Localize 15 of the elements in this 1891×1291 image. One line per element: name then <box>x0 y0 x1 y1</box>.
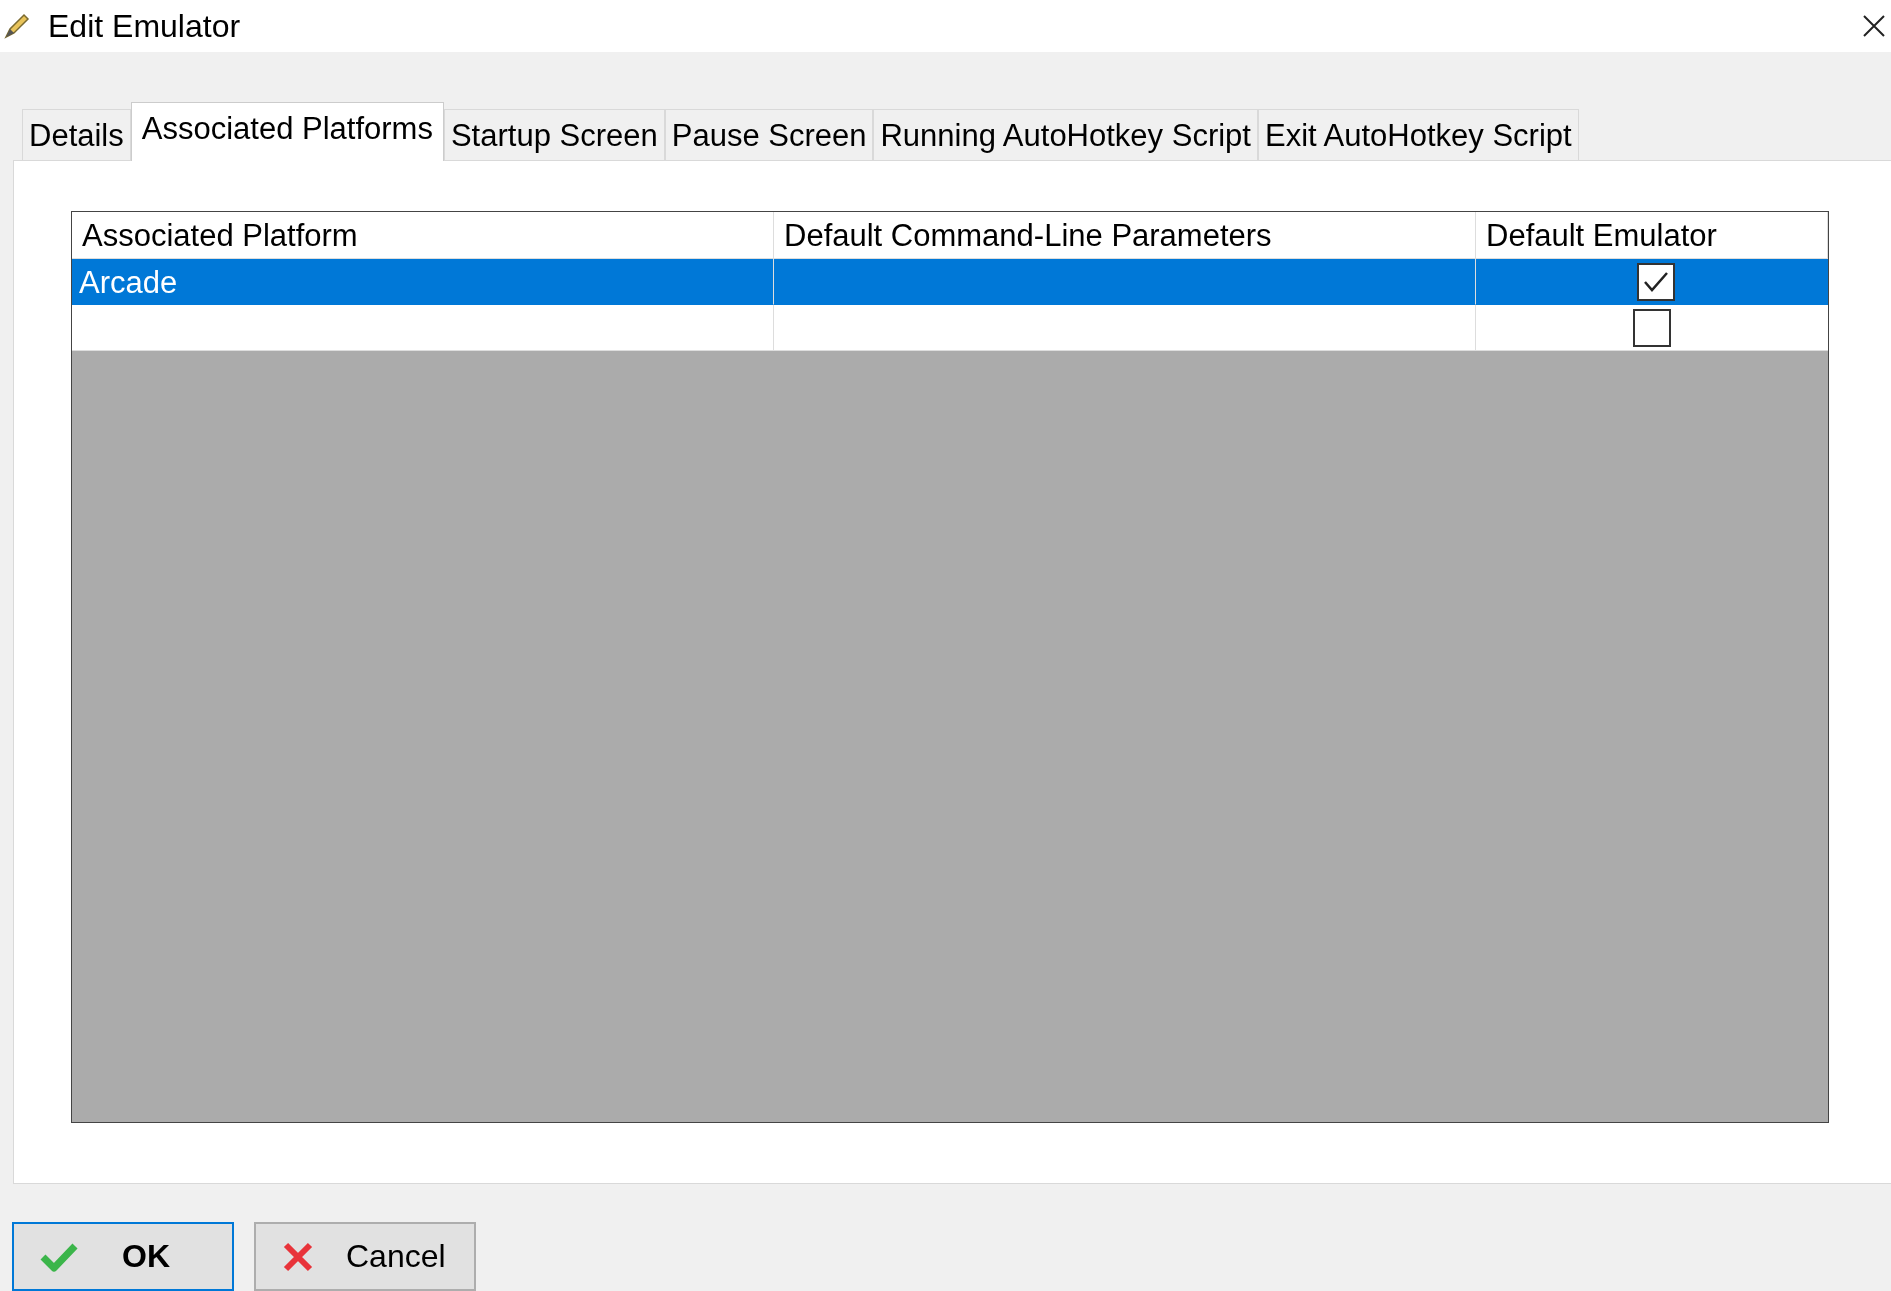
tab[interactable]: Associated Platforms <box>130 102 444 161</box>
cross-icon <box>282 1240 314 1273</box>
checkbox[interactable] <box>1633 308 1671 347</box>
tab[interactable]: Details <box>22 109 131 160</box>
close-icon[interactable] <box>1861 13 1887 39</box>
checkbox[interactable] <box>1636 262 1675 301</box>
tab[interactable]: Exit AutoHotkey Script <box>1257 109 1579 160</box>
tab[interactable]: Running AutoHotkey Script <box>873 109 1258 160</box>
tab[interactable]: Startup Screen <box>443 109 665 160</box>
window-title: Edit Emulator <box>48 7 242 45</box>
pencil-icon <box>2 11 32 41</box>
checkmark-icon <box>40 1241 78 1272</box>
cancel-button[interactable]: Cancel <box>254 1222 476 1291</box>
ok-button[interactable]: OK <box>12 1222 234 1291</box>
tab[interactable]: Pause Screen <box>664 109 874 160</box>
